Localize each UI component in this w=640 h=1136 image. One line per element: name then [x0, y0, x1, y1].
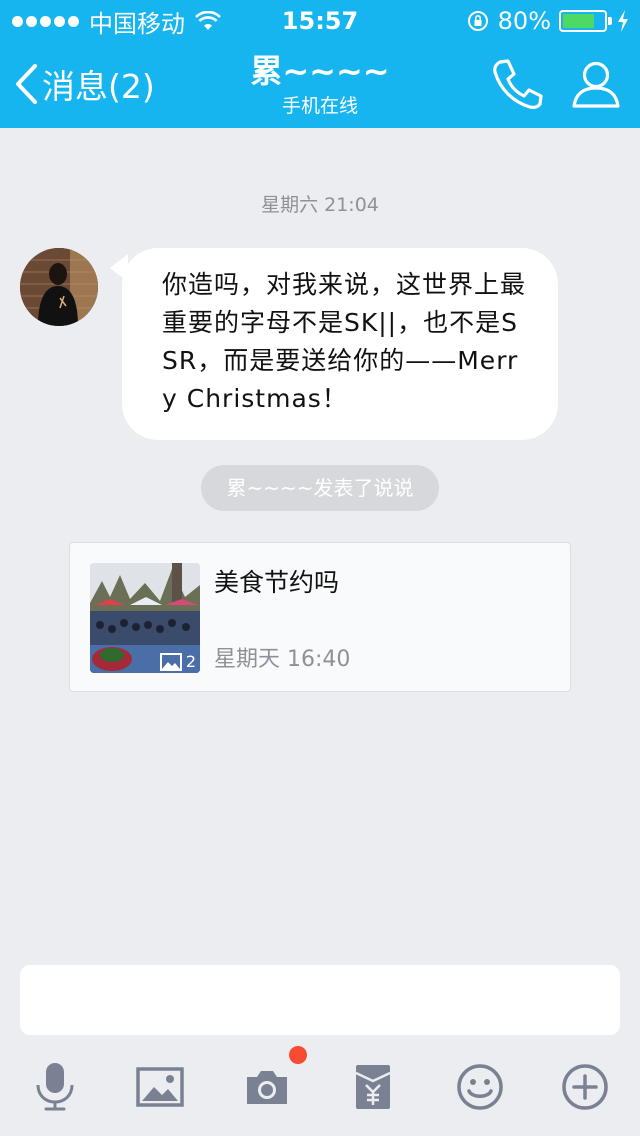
top-bar: 中国移动 15:57 80% 消息(2) 累~~~~ 手机在线 [0, 0, 640, 128]
camera-button[interactable] [242, 1062, 292, 1112]
charging-bolt-icon [618, 10, 628, 32]
avatar[interactable] [20, 248, 98, 326]
chevron-left-icon [16, 64, 37, 104]
emoji-button[interactable] [455, 1062, 505, 1112]
message-bubble[interactable]: 你造吗，对我来说，这世界上最重要的字母不是SK||，也不是SSR，而是要送给你的… [122, 248, 558, 440]
photo-count: 2 [185, 652, 196, 671]
phone-icon [493, 59, 543, 109]
status-bar-right: 80% [466, 6, 630, 36]
red-packet-button[interactable] [348, 1062, 398, 1112]
emoji-icon [457, 1064, 503, 1110]
battery-percent: 80% [497, 7, 551, 35]
post-notice[interactable]: 累~~~~发表了说说 [201, 465, 439, 511]
more-button[interactable] [560, 1062, 610, 1112]
feed-post-card[interactable]: 2 美食节约吗 星期天 16:40 [69, 542, 571, 692]
avatar-photo [20, 248, 98, 326]
red-packet-icon [355, 1065, 391, 1109]
chat-title: 累~~~~ [250, 52, 390, 90]
orientation-lock-icon [467, 11, 488, 31]
message-text: 你造吗，对我来说，这世界上最重要的字母不是SK||，也不是SSR，而是要送给你的… [162, 270, 527, 413]
image-icon [136, 1067, 184, 1107]
profile-button[interactable] [570, 58, 622, 114]
voice-button[interactable] [30, 1062, 80, 1112]
back-button[interactable]: 消息(2) [14, 60, 155, 108]
feed-time: 星期天 16:40 [214, 647, 351, 672]
camera-icon [247, 1071, 287, 1104]
online-status: 手机在线 [281, 95, 358, 117]
back-label: 消息(2) [42, 67, 155, 106]
feed-thumbnail: 2 [90, 563, 200, 673]
battery-icon [559, 10, 607, 32]
photo-count-badge: 2 [159, 652, 196, 671]
message-input[interactable] [20, 965, 620, 1035]
plus-icon [562, 1064, 608, 1110]
feed-title: 美食节约吗 [214, 568, 340, 597]
microphone-icon [36, 1063, 74, 1111]
message-timestamp: 星期六 21:04 [261, 194, 379, 216]
phone-call-button[interactable] [488, 58, 544, 114]
image-icon [159, 652, 182, 671]
album-button[interactable] [135, 1062, 185, 1112]
notification-dot [289, 1046, 307, 1064]
chat-title-block[interactable]: 累~~~~ 手机在线 [170, 52, 470, 118]
profile-icon [572, 61, 620, 108]
